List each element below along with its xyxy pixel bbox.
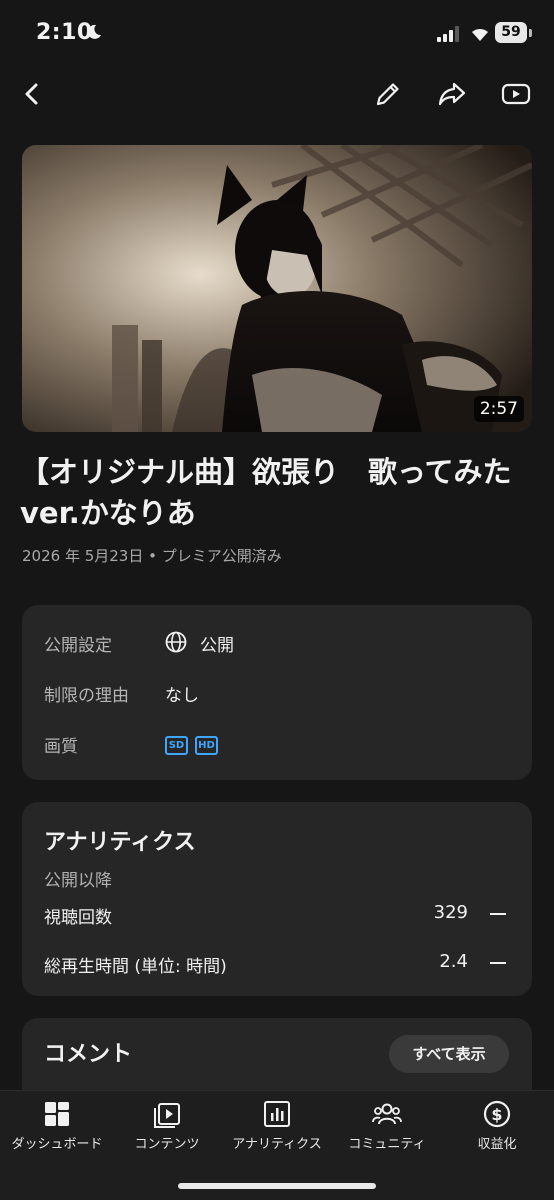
pencil-icon <box>376 83 399 106</box>
video-meta: 2026 年 5月23日 • プレミア公開済み <box>22 547 282 565</box>
restriction-value: なし <box>165 686 199 706</box>
community-icon <box>372 1103 402 1125</box>
restriction-label: 制限の理由 <box>44 686 129 706</box>
video-settings-card: 公開設定 公開 制限の理由 なし 画質 SD HD <box>22 605 532 780</box>
nav-item-content[interactable]: コンテンツ <box>112 1091 222 1161</box>
nav-label: コンテンツ <box>134 1137 200 1152</box>
video-thumbnail[interactable]: 2:57 <box>22 145 532 432</box>
views-value: 329 <box>433 902 468 923</box>
top-bar <box>0 70 554 120</box>
visibility-label: 公開設定 <box>44 636 112 656</box>
monetization-icon: $ <box>483 1100 511 1128</box>
back-button[interactable] <box>12 74 52 114</box>
nav-item-monetization[interactable]: $ 収益化 <box>442 1091 552 1161</box>
wifi-icon <box>472 28 488 41</box>
globe-icon <box>165 631 187 653</box>
status-time: 2:10 <box>36 20 93 45</box>
visibility-value: 公開 <box>200 636 234 656</box>
youtube-button[interactable] <box>496 74 536 114</box>
nav-label: 収益化 <box>477 1137 517 1152</box>
thumbnail-image <box>22 145 532 432</box>
nav-label: アナリティクス <box>232 1137 322 1152</box>
youtube-icon <box>501 83 531 105</box>
analytics-card[interactable]: アナリティクス 公開以降 視聴回数 329 総再生時間 (単位: 時間) 2.4 <box>22 802 532 996</box>
share-icon <box>438 82 466 106</box>
edit-button[interactable] <box>368 74 408 114</box>
analytics-icon <box>264 1101 290 1127</box>
svg-text:$: $ <box>491 1105 502 1124</box>
quality-label: 画質 <box>44 737 78 757</box>
content-icon <box>154 1103 180 1128</box>
status-bar: 2:10 59 <box>0 0 554 70</box>
watch-time-value: 2.4 <box>439 951 468 972</box>
nav-label: ダッシュボード <box>11 1137 103 1152</box>
battery-tip <box>529 29 532 37</box>
dash-icon <box>490 913 506 915</box>
nav-item-analytics[interactable]: アナリティクス <box>222 1091 332 1161</box>
battery-indicator: 59 <box>495 22 527 43</box>
video-title: 【オリジナル曲】欲張り 歌ってみた ver.かなりあ <box>20 455 541 530</box>
share-button[interactable] <box>432 74 472 114</box>
nav-label: コミュニティ <box>348 1137 426 1152</box>
analytics-subtitle: 公開以降 <box>44 871 112 891</box>
dash-icon <box>490 962 506 964</box>
signal-icon <box>437 26 459 42</box>
watch-time-label: 総再生時間 (単位: 時間) <box>44 957 227 977</box>
moon-icon <box>87 24 101 39</box>
nav-item-dashboard[interactable]: ダッシュボード <box>2 1091 112 1161</box>
views-label: 視聴回数 <box>44 908 112 928</box>
home-indicator <box>178 1183 376 1189</box>
show-all-comments-button[interactable]: すべて表示 <box>389 1035 509 1073</box>
sd-badge: SD <box>165 736 188 755</box>
video-duration: 2:57 <box>473 396 524 422</box>
comments-title: コメント <box>44 1042 133 1067</box>
dashboard-icon <box>45 1102 69 1126</box>
nav-item-community[interactable]: コミュニティ <box>332 1091 442 1161</box>
chevron-left-icon <box>25 83 38 105</box>
hd-badge: HD <box>195 736 218 755</box>
analytics-title: アナリティクス <box>44 830 196 855</box>
